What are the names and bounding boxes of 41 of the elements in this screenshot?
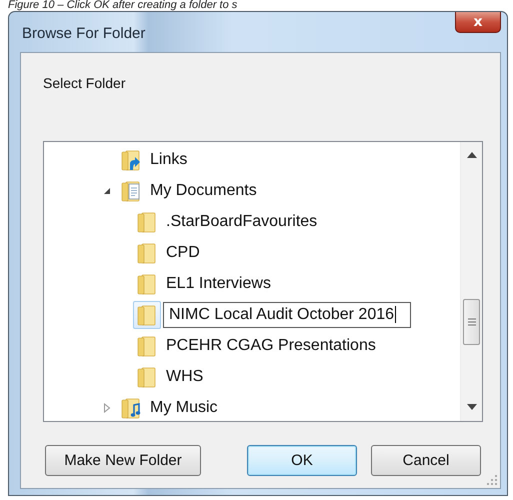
documents-folder-icon xyxy=(121,180,141,202)
rename-field[interactable]: NIMC Local Audit October 2016 xyxy=(163,302,412,328)
scroll-thumb[interactable] xyxy=(463,299,480,345)
size-grip-icon[interactable] xyxy=(487,475,497,485)
tree-item[interactable]: WHS xyxy=(165,366,204,388)
tree-row[interactable]: Links xyxy=(44,144,460,175)
tree-item[interactable]: My Documents xyxy=(149,180,258,202)
tree-row[interactable]: PCEHR CGAG Presentations xyxy=(44,330,460,361)
folder-icon xyxy=(137,242,157,264)
vertical-scrollbar[interactable] xyxy=(460,142,482,421)
folder-icon xyxy=(137,366,157,388)
prompt-label: Select Folder xyxy=(43,75,126,93)
close-button[interactable]: x xyxy=(455,12,501,33)
tree-row[interactable]: EL1 Interviews xyxy=(44,268,460,299)
music-folder-icon xyxy=(121,396,141,418)
tree-row[interactable]: .StarBoardFavourites xyxy=(44,206,460,237)
tree-item[interactable]: PCEHR CGAG Presentations xyxy=(165,334,377,356)
scroll-up-icon[interactable] xyxy=(466,152,476,158)
figure-caption: Figure 10 – Click OK after creating a folder to s xyxy=(7,0,238,11)
tree-item[interactable]: EL1 Interviews xyxy=(165,272,272,294)
shortcut-folder-icon xyxy=(121,148,141,170)
tree-row[interactable]: My Documents xyxy=(44,175,460,206)
window-title: Browse For Folder xyxy=(22,25,146,42)
dialog-button[interactable]: Make New Folder xyxy=(45,445,201,476)
tree-item[interactable]: CPD xyxy=(165,242,201,264)
dialog-button[interactable]: OK xyxy=(247,445,357,476)
folder-icon xyxy=(137,272,157,294)
tree-row[interactable]: CPD xyxy=(44,237,460,268)
dialog-button[interactable]: Cancel xyxy=(371,445,481,476)
tree-row[interactable]: My Music xyxy=(44,392,460,421)
folder-icon xyxy=(137,334,157,356)
tree-item[interactable]: My Music xyxy=(149,396,219,418)
grip-lines-icon xyxy=(468,318,476,326)
tree-item[interactable]: Links xyxy=(149,148,188,170)
scroll-down-icon[interactable] xyxy=(466,404,476,410)
tree-item[interactable]: .StarBoardFavourites xyxy=(165,210,318,232)
collapse-arrow-icon[interactable] xyxy=(103,186,111,194)
expand-arrow-icon[interactable] xyxy=(103,402,111,412)
folder-icon xyxy=(137,210,157,232)
folder-icon xyxy=(137,304,157,326)
tree-row[interactable]: WHS xyxy=(44,361,460,392)
